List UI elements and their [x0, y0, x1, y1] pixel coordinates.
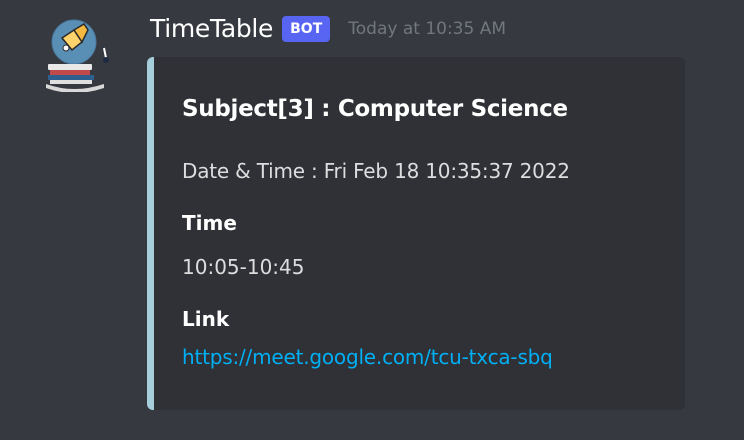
message-header: TimeTable BOT Today at 10:35 AM: [150, 14, 506, 43]
bot-avatar[interactable]: [44, 12, 112, 93]
chat-message: TimeTable BOT Today at 10:35 AM Subject[…: [0, 0, 744, 440]
message-timestamp[interactable]: Today at 10:35 AM: [348, 19, 506, 39]
embed-card: Subject[3] : Computer Science Date & Tim…: [147, 57, 685, 410]
bot-badge: BOT: [282, 15, 331, 42]
field-name-time: Time: [182, 211, 237, 235]
meeting-link[interactable]: https://meet.google.com/tcu-txca-sbq: [182, 345, 553, 369]
field-value-time: 10:05-10:45: [182, 255, 305, 279]
field-name-link: Link: [182, 307, 230, 331]
embed-description: Date & Time : Fri Feb 18 10:35:37 2022: [182, 159, 570, 183]
bell-calendar-avatar-icon: [46, 19, 109, 93]
author-name[interactable]: TimeTable: [150, 14, 273, 43]
embed-title: Subject[3] : Computer Science: [182, 96, 568, 122]
